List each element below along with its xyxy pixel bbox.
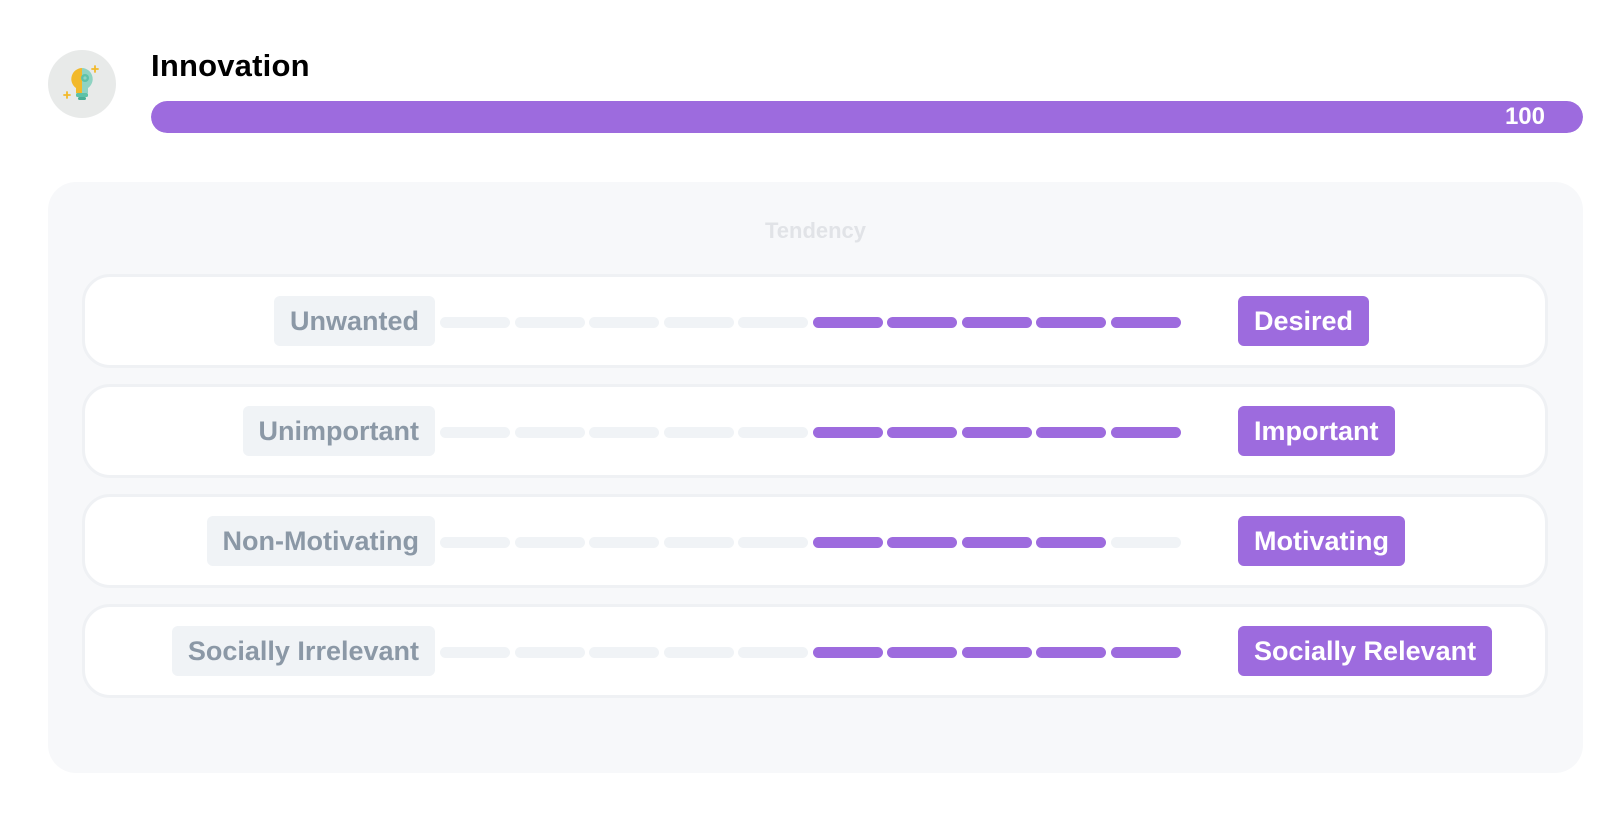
scale-segment-empty — [514, 427, 585, 438]
scale-segment-empty — [663, 317, 734, 328]
tendency-row: Socially Irrelevant Socially Relevant — [82, 604, 1548, 698]
scale-segment-empty — [440, 317, 510, 328]
scale-segment-filled — [1110, 647, 1181, 658]
scale-segment-empty — [663, 647, 734, 658]
scale-segment-empty — [738, 647, 808, 658]
tendency-scale — [440, 537, 1214, 548]
scale-segment-empty — [663, 427, 734, 438]
scale-segment-empty — [663, 537, 734, 548]
scale-segment-filled — [887, 427, 957, 438]
scale-segment-empty — [440, 647, 510, 658]
scale-segment-filled — [1036, 537, 1106, 548]
scale-segment-empty — [738, 427, 808, 438]
scale-segment-filled — [1036, 317, 1106, 328]
tendency-scale — [440, 647, 1214, 658]
scale-segment-filled — [961, 317, 1032, 328]
scale-segment-filled — [812, 317, 883, 328]
scale-segment-filled — [961, 537, 1032, 548]
tendency-right-label: Important — [1238, 406, 1395, 456]
scale-segment-filled — [887, 647, 957, 658]
score-progress-fill — [151, 101, 1583, 133]
tendency-scale — [440, 317, 1214, 328]
score-progress-bar: 100 — [151, 101, 1583, 133]
scale-segment-empty — [440, 537, 510, 548]
tendency-right-label: Socially Relevant — [1238, 626, 1493, 676]
tendency-row: Unimportant Important — [82, 384, 1548, 478]
scale-segment-filled — [887, 317, 957, 328]
tendency-right-label: Motivating — [1238, 516, 1405, 566]
tendency-panel: Tendency Unwanted Desired Unimportant Impor… — [48, 182, 1583, 773]
scale-segment-empty — [589, 317, 659, 328]
tendency-scale — [440, 427, 1214, 438]
tendency-left-label: Non-Motivating — [206, 516, 435, 566]
scale-segment-empty — [589, 427, 659, 438]
dimension-avatar — [48, 50, 116, 118]
scale-segment-filled — [1036, 647, 1106, 658]
tendency-left-label: Socially Irrelevant — [171, 626, 435, 676]
scale-segment-empty — [738, 537, 808, 548]
dimension-header: Innovation 100 — [48, 48, 1583, 138]
scale-segment-filled — [1036, 427, 1106, 438]
scale-segment-empty — [514, 317, 585, 328]
scale-segment-filled — [812, 537, 883, 548]
scale-segment-filled — [1110, 427, 1181, 438]
score-value: 100 — [1504, 103, 1545, 130]
scale-segment-empty — [1110, 537, 1181, 548]
tendency-row: Unwanted Desired — [82, 274, 1548, 368]
tendency-right-label: Desired — [1238, 296, 1370, 346]
scale-segment-empty — [589, 647, 659, 658]
scale-segment-empty — [514, 537, 585, 548]
scale-segment-filled — [812, 427, 883, 438]
scale-segment-filled — [1110, 317, 1181, 328]
dimension-title: Innovation — [151, 48, 310, 83]
tendency-left-label: Unwanted — [273, 296, 435, 346]
scale-segment-empty — [589, 537, 659, 548]
scale-segment-empty — [440, 427, 510, 438]
lightbulb-gear-icon — [63, 65, 99, 100]
scale-segment-filled — [961, 647, 1032, 658]
scale-segment-empty — [738, 317, 808, 328]
scale-segment-filled — [961, 427, 1032, 438]
tendency-title: Tendency — [764, 218, 867, 243]
scale-segment-filled — [812, 647, 883, 658]
tendency-left-label: Unimportant — [242, 406, 435, 456]
scale-segment-filled — [887, 537, 957, 548]
tendency-row: Non-Motivating Motivating — [82, 494, 1548, 588]
scale-segment-empty — [514, 647, 585, 658]
